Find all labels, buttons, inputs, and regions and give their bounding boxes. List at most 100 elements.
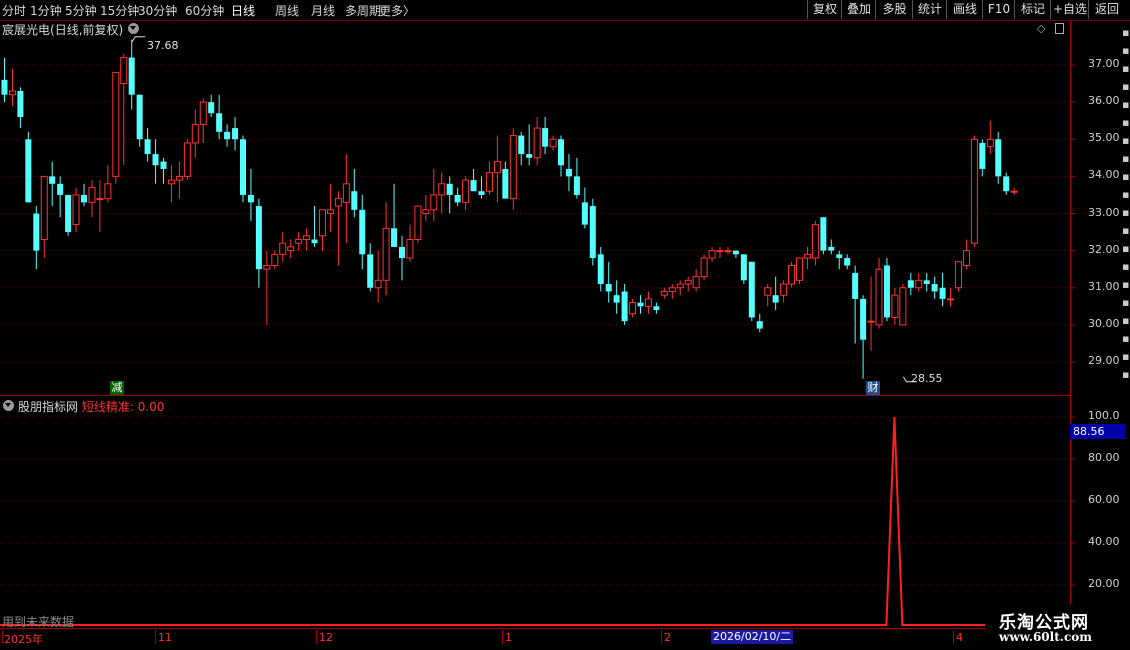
candle-body-down [597, 254, 604, 285]
candle-body-up [724, 250, 732, 253]
watermark-logo: 乐淘公式网 www.60lt.com [985, 604, 1130, 650]
candle-body-down [224, 131, 231, 140]
indicator-tick-label: 60.00 [1088, 493, 1120, 506]
candle-body-down [351, 191, 358, 210]
candle-body-down [208, 102, 215, 114]
candle-body-down [573, 176, 580, 195]
watermark-url: www.60lt.com [999, 630, 1092, 644]
candle-body-down [152, 154, 159, 166]
candle-body-up [780, 283, 788, 296]
candle-body-down [637, 302, 644, 307]
candle-body-down [446, 183, 453, 195]
price-tick-label: 36.00 [1088, 94, 1120, 108]
indicator-tick-label: 20.00 [1088, 577, 1120, 590]
candle-body-up [947, 298, 955, 301]
candle-body-up [199, 101, 207, 125]
x-axis-tick [661, 630, 662, 644]
kline-chart[interactable] [0, 0, 1130, 650]
indicator-tick-label: 80.00 [1088, 451, 1120, 464]
x-axis-tick [316, 630, 317, 644]
candle-body-up [414, 205, 422, 240]
future-data-note: 用到未来数据 [2, 615, 75, 629]
candle-body-down [828, 246, 835, 251]
candle-body-down [216, 113, 223, 132]
high-price-marker: 37.68 [147, 39, 179, 52]
price-tick-label: 35.00 [1088, 131, 1120, 145]
candle-body-up [700, 257, 708, 278]
candle-body-down [558, 139, 564, 166]
candle-body-up [533, 127, 541, 159]
x-axis-label-apr: 4 [956, 631, 963, 644]
candle-body-up [438, 183, 446, 196]
candle-body-down [136, 94, 143, 140]
x-axis-tick [2, 630, 3, 644]
candle-body-up [40, 175, 48, 240]
candle-body-down [33, 213, 40, 251]
candle-body-up [462, 179, 470, 203]
candle-body-up [962, 250, 970, 266]
candle-body-down [526, 154, 533, 158]
candle-body-up [716, 250, 724, 253]
clipped-side-panel: ▪▪▪▪▪▪▪▪▪▪▪▪▪▪▪▪▪▪▪▪ [1122, 26, 1130, 381]
candle-body-up [120, 57, 128, 85]
candle-body-up [183, 142, 191, 177]
candle-body-up [326, 209, 334, 215]
candle-body-up [295, 238, 303, 244]
candle-body-down [255, 206, 262, 270]
candle-body-down [542, 128, 549, 147]
candle-body-down [756, 321, 763, 329]
candle-body-down [1003, 176, 1010, 192]
candle-body-down [65, 194, 72, 233]
candle-body-down [391, 228, 398, 247]
candle-body-down [470, 180, 477, 192]
candle-body-down [653, 306, 660, 311]
candle-body-up [708, 250, 716, 259]
candle-body-up [191, 123, 199, 144]
candle-body-up [891, 294, 899, 318]
indicator-current-value-box: 88.56 [1070, 424, 1125, 439]
candle-body-up [509, 135, 517, 200]
candle-body-down [81, 194, 87, 203]
candle-body-up [303, 235, 311, 240]
candle-body-up [374, 279, 382, 289]
candle-body-down [979, 142, 986, 169]
reduction-badge[interactable]: 减 [110, 381, 124, 395]
candle-body-down [518, 135, 525, 155]
candle-body-up [970, 138, 978, 244]
candle-body-up [430, 194, 438, 211]
candle-body-down [247, 194, 254, 203]
candle-body-up [485, 172, 493, 192]
candle-body-up [8, 90, 16, 96]
candle-body-down [478, 191, 485, 195]
price-tick-label: 33.00 [1088, 205, 1120, 219]
x-axis-label-2025: 2025年 [4, 633, 43, 646]
candle-body-down [144, 139, 151, 155]
candle-body-down [883, 265, 890, 318]
candle-body-down [1, 79, 8, 95]
candle-body-up [342, 183, 350, 203]
financial-report-badge[interactable]: 财 [866, 381, 880, 395]
candle-body-down [128, 57, 135, 95]
price-tick-label: 32.00 [1088, 242, 1120, 256]
candle-body-up [493, 161, 501, 174]
candle-body-up [104, 183, 112, 200]
candle-body-up [660, 290, 668, 296]
candle-body-up [796, 257, 803, 281]
candle-body-down [923, 280, 930, 285]
candle-body-up [811, 224, 819, 259]
candle-body-up [175, 175, 183, 181]
crosshair-date-label: 2026/02/10/二 [711, 630, 794, 644]
price-tick-label: 31.00 [1088, 279, 1120, 293]
candle-body-down [605, 284, 612, 292]
x-axis-label-feb: 2 [664, 631, 671, 644]
candle-body-down [748, 261, 755, 318]
candle-body-up [406, 238, 414, 259]
candle-body-down [589, 206, 596, 259]
candle-body-down [860, 298, 867, 340]
candle-body-up [899, 287, 907, 326]
candle-body-up [684, 279, 692, 285]
candle-body-up [764, 287, 772, 296]
candle-body-down [772, 295, 779, 303]
x-axis-label-nov: 11 [158, 631, 172, 644]
candle-body-up [1010, 190, 1018, 193]
